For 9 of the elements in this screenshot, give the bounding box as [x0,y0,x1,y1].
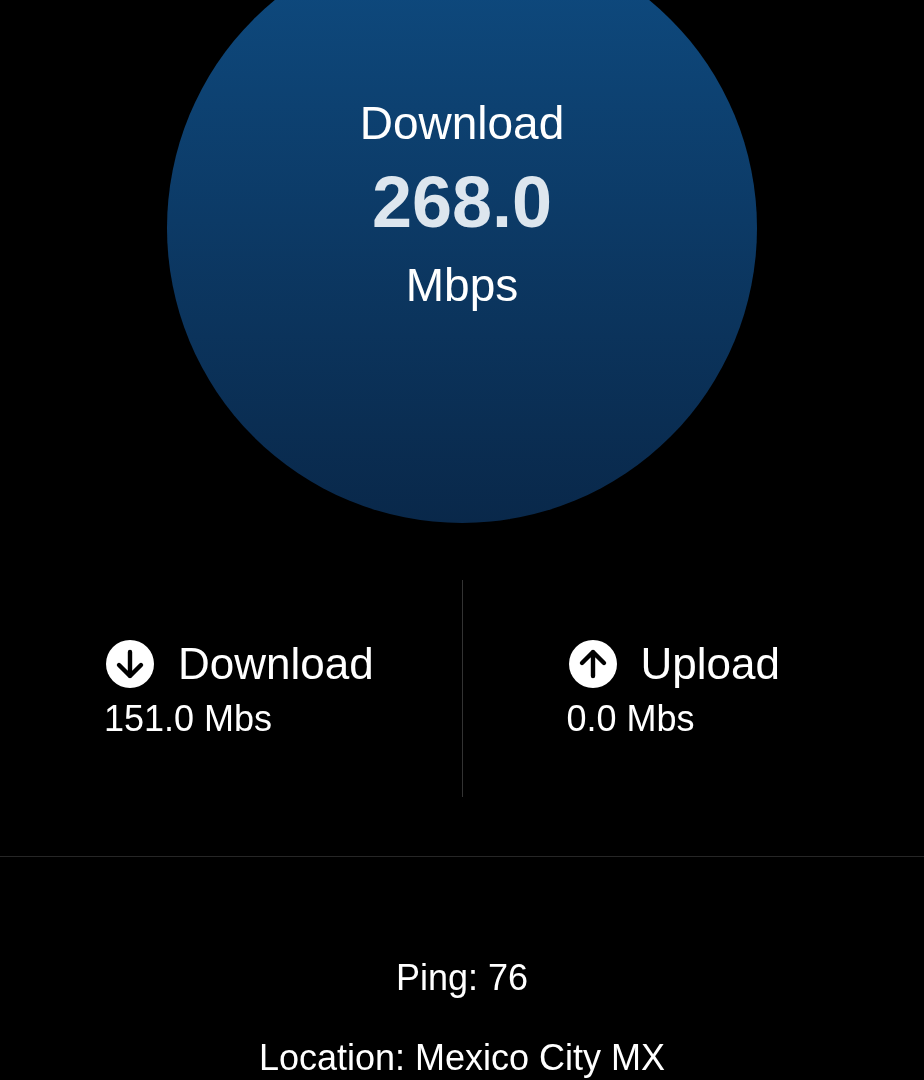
stat-value: 0.0 Mbs [566,696,696,741]
gauge-label: Download [359,96,565,151]
speed-unit: Mbps [405,258,519,313]
location-text: Location: Mexico City MX [258,1036,666,1080]
ping-text: Ping: 76 [395,956,529,1000]
stat-value: 151.0 Mbs [104,696,274,741]
stat-label: Upload [640,637,780,690]
stat-label: Download [178,637,374,690]
speed-value: 268.0 [371,161,553,244]
